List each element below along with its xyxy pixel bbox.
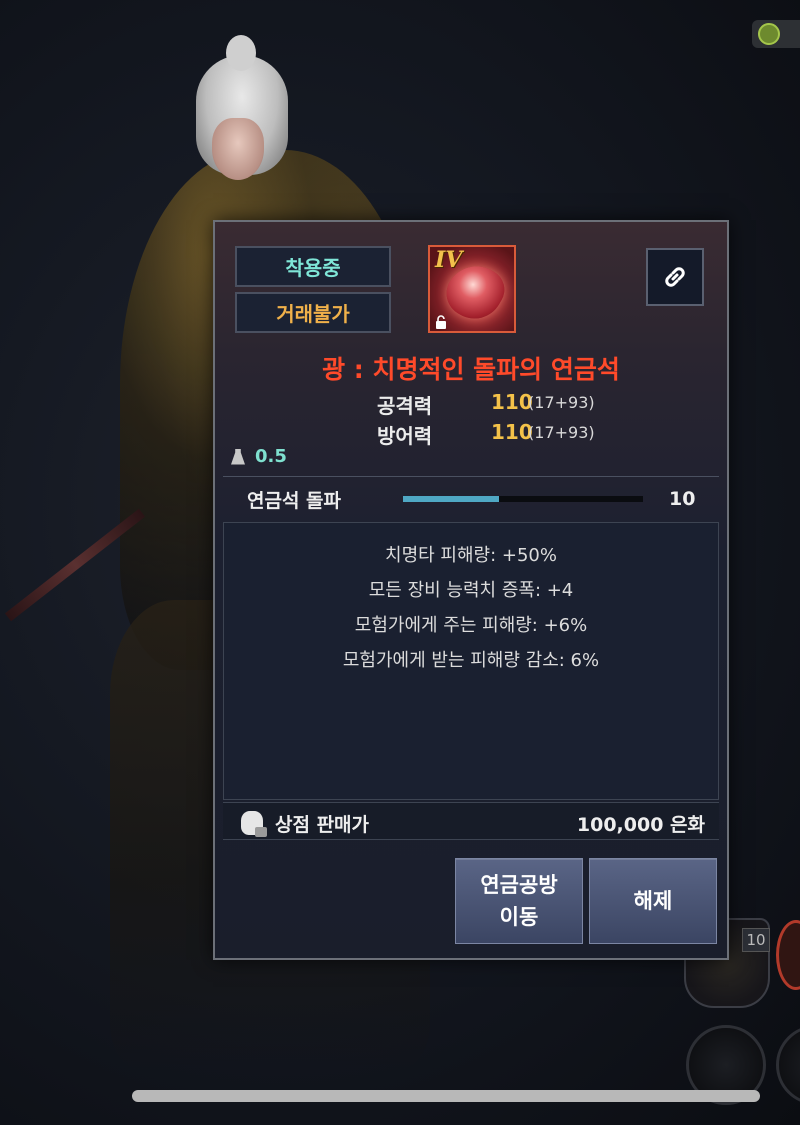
item-tooltip-panel: 착용중 거래불가 IV 광 : 치명적인 돌파의 연금석 공격력 110 (17… bbox=[213, 220, 729, 960]
breakthrough-progress-bar bbox=[403, 496, 643, 502]
weight-icon bbox=[231, 448, 245, 465]
forge-button-line2: 이동 bbox=[499, 905, 539, 929]
stat-row-defense: 방어력 110 (17+93) bbox=[215, 420, 727, 448]
stat-value: 110 bbox=[491, 390, 533, 414]
sell-price-row: 상점 판매가 100,000 은화 bbox=[223, 802, 719, 840]
effect-line: 모든 장비 능력치 증폭: +4 bbox=[368, 580, 574, 601]
stat-detail: (17+93) bbox=[528, 393, 595, 412]
item-name: 광 : 치명적인 돌파의 연금석 bbox=[322, 355, 620, 384]
breakthrough-progress-fill bbox=[403, 496, 499, 502]
hud-top-right-badge[interactable] bbox=[752, 20, 800, 48]
effect-line: 모험가에게 주는 피해량: +6% bbox=[354, 615, 588, 636]
forge-button-line1: 연금공방 bbox=[480, 873, 558, 897]
breakthrough-row: 연금석 돌파 10 bbox=[223, 478, 719, 520]
weight-value: 0.5 bbox=[255, 446, 287, 467]
stat-row-attack: 공격력 110 (17+93) bbox=[215, 390, 727, 418]
go-to-alchemy-workshop-button[interactable]: 연금공방 이동 bbox=[455, 858, 583, 944]
unequip-button[interactable]: 해제 bbox=[589, 858, 717, 944]
item-tier: IV bbox=[435, 247, 463, 273]
stat-detail-bonus: +93 bbox=[554, 393, 589, 412]
home-indicator[interactable] bbox=[132, 1090, 760, 1102]
breakthrough-label: 연금석 돌파 bbox=[247, 489, 342, 512]
forge-button-label: 연금공방 이동 bbox=[480, 869, 557, 933]
sell-label: 상점 판매가 bbox=[275, 814, 370, 836]
link-icon bbox=[665, 267, 685, 287]
link-button[interactable] bbox=[646, 248, 704, 306]
stat-detail: (17+93) bbox=[528, 423, 595, 442]
item-icon: IV bbox=[428, 245, 516, 333]
stat-value: 110 bbox=[491, 420, 533, 444]
lock-icon bbox=[435, 315, 449, 329]
equipped-status-tag: 착용중 bbox=[235, 246, 391, 287]
effects-box: 치명타 피해량: +50% 모든 장비 능력치 증폭: +4 모험가에게 주는 … bbox=[223, 522, 719, 800]
divider bbox=[223, 476, 719, 477]
stat-detail-bonus: +93 bbox=[554, 423, 589, 442]
stat-label: 공격력 bbox=[377, 394, 433, 418]
breakthrough-value: 10 bbox=[669, 488, 696, 510]
effect-line: 모험가에게 받는 피해량 감소: 6% bbox=[342, 650, 600, 671]
character-hair-bun bbox=[226, 35, 256, 71]
hud-red-ring[interactable] bbox=[776, 920, 800, 990]
stat-detail-base: 17 bbox=[534, 393, 555, 412]
item-weight: 0.5 bbox=[231, 446, 287, 467]
untradable-status-tag: 거래불가 bbox=[235, 292, 391, 333]
sell-price: 100,000 은화 bbox=[576, 814, 705, 836]
fist-icon bbox=[758, 23, 780, 45]
skill-slot-2[interactable] bbox=[776, 1025, 800, 1105]
effect-line: 치명타 피해량: +50% bbox=[385, 545, 557, 566]
emblem-level-badge: 10 bbox=[742, 928, 770, 952]
money-bag-icon bbox=[241, 811, 267, 837]
stat-label: 방어력 bbox=[377, 424, 433, 448]
stat-detail-base: 17 bbox=[534, 423, 555, 442]
character-face bbox=[212, 118, 264, 180]
